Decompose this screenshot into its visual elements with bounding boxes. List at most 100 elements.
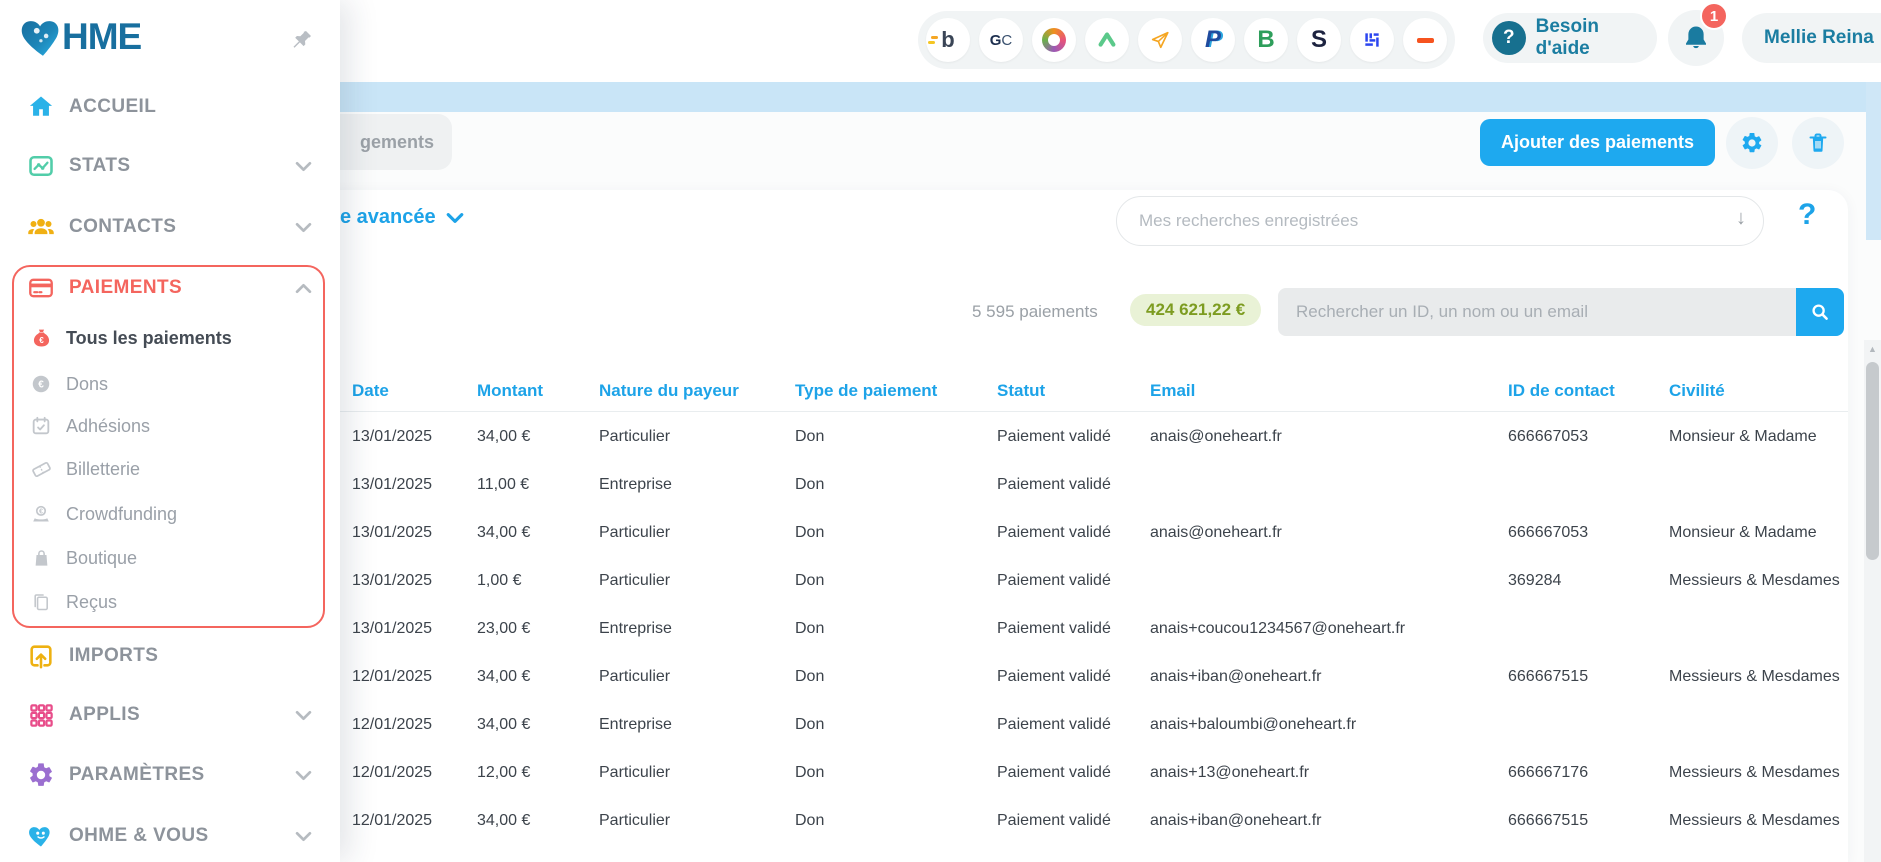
ohme-payments-page: b GC P B S ? Besoin d'aide 1 Mellie Rein…	[0, 0, 1881, 862]
col-type[interactable]: Type de paiement	[795, 381, 997, 401]
pin-sidebar-icon[interactable]	[290, 28, 314, 52]
sidebar-item-contacts[interactable]: CONTACTS	[0, 203, 340, 251]
cell-date: 12/01/2025	[352, 812, 477, 830]
advanced-search-toggle[interactable]: e avancée	[340, 206, 464, 229]
col-id-contact[interactable]: ID de contact	[1508, 381, 1669, 401]
sidebar-item-applis[interactable]: APPLIS	[0, 691, 340, 739]
saved-searches-input[interactable]	[1116, 196, 1764, 246]
receipt-icon	[29, 590, 53, 614]
cell-type: Don	[795, 572, 997, 590]
table-row[interactable]: 12/01/2025 34,00 € Entreprise Don Paieme…	[320, 701, 1848, 749]
table-row[interactable]: 12/01/2025 34,00 € Particulier Don Paiem…	[320, 797, 1848, 845]
cell-date: 12/01/2025	[352, 716, 477, 734]
orange-dash-logo-icon[interactable]	[1403, 18, 1447, 62]
cell-montant: 11,00 €	[477, 476, 599, 494]
home-icon	[26, 92, 56, 122]
gear-icon	[26, 760, 56, 790]
col-email[interactable]: Email	[1150, 381, 1508, 401]
cell-montant: 1,00 €	[477, 572, 599, 590]
sidebar-item-tous-les-paiements[interactable]: € Tous les paiements	[0, 316, 340, 360]
svg-text:€: €	[39, 509, 43, 516]
blue-maze-logo-icon[interactable]	[1350, 18, 1394, 62]
cell-type: Don	[795, 812, 997, 830]
chevron-up-icon	[295, 283, 312, 294]
green-b-logo-icon[interactable]: B	[1244, 18, 1288, 62]
notification-badge: 1	[1700, 2, 1728, 30]
search-input[interactable]	[1278, 288, 1796, 336]
cell-id-contact: 666667515	[1508, 668, 1669, 686]
col-statut[interactable]: Statut	[997, 381, 1150, 401]
sidebar-item-parametres[interactable]: PARAMÈTRES	[0, 751, 340, 799]
gc-logo-icon[interactable]: GC	[979, 18, 1023, 62]
cell-civilite: Messieurs & Mesdames	[1669, 812, 1848, 830]
search-field	[1278, 288, 1844, 336]
delete-button[interactable]	[1792, 117, 1844, 169]
add-payments-button[interactable]: Ajouter des paiements	[1480, 119, 1715, 166]
cell-montant: 34,00 €	[477, 428, 599, 446]
cell-statut: Paiement validé	[997, 668, 1150, 686]
sidebar-item-recus[interactable]: Reçus	[0, 580, 340, 624]
cell-nature: Entreprise	[599, 716, 795, 734]
cell-statut: Paiement validé	[997, 620, 1150, 638]
table-row[interactable]: 13/01/2025 11,00 € Entreprise Don Paieme…	[320, 461, 1848, 509]
cell-montant: 34,00 €	[477, 668, 599, 686]
cell-email: anais+iban@oneheart.fr	[1150, 668, 1508, 686]
sidebar-item-billetterie[interactable]: Billetterie	[0, 447, 340, 491]
download-arrow-icon[interactable]: ↓	[1736, 207, 1746, 230]
table-row[interactable]: 13/01/2025 34,00 € Particulier Don Paiem…	[320, 413, 1848, 461]
col-civilite[interactable]: Civilité	[1669, 381, 1848, 401]
cell-type: Don	[795, 476, 997, 494]
cell-nature: Particulier	[599, 524, 795, 542]
heart-globe-icon	[18, 12, 68, 62]
table-row[interactable]: 12/01/2025 12,00 € Particulier Don Paiem…	[320, 749, 1848, 797]
sidebar-item-imports[interactable]: IMPORTS	[0, 632, 340, 680]
table-row[interactable]: 12/01/2025 34,00 € Particulier Don Paiem…	[320, 653, 1848, 701]
sidebar-item-accueil[interactable]: ACCUEIL	[0, 83, 340, 131]
cell-nature: Particulier	[599, 668, 795, 686]
cell-statut: Paiement validé	[997, 476, 1150, 494]
integration-icons-bar: b GC P B S	[918, 11, 1455, 69]
s-logo-icon[interactable]: S	[1297, 18, 1341, 62]
ring-logo-icon[interactable]	[1032, 18, 1076, 62]
sidebar-item-crowdfunding[interactable]: € Crowdfunding	[0, 492, 340, 536]
ohme-logo[interactable]: HME	[18, 12, 141, 62]
cell-type: Don	[795, 620, 997, 638]
cell-type: Don	[795, 764, 997, 782]
chevron-down-icon	[295, 710, 312, 721]
svg-text:€: €	[39, 335, 44, 344]
credit-card-icon	[26, 273, 56, 303]
b-logo-icon[interactable]: b	[926, 18, 970, 62]
sidebar-item-paiements[interactable]: PAIEMENTS	[0, 264, 340, 312]
cell-montant: 23,00 €	[477, 620, 599, 638]
paypal-logo-icon[interactable]: P	[1191, 18, 1235, 62]
search-help-icon[interactable]: ?	[1798, 198, 1816, 232]
paper-plane-logo-icon[interactable]	[1138, 18, 1182, 62]
payments-card: e avancée ↓ ? 5 595 paiements 424 621,22…	[320, 190, 1848, 862]
col-nature[interactable]: Nature du payeur	[599, 381, 795, 401]
col-montant[interactable]: Montant	[477, 381, 599, 401]
table-row[interactable]: 13/01/2025 34,00 € Particulier Don Paiem…	[320, 509, 1848, 557]
scrollbar-thumb[interactable]	[1866, 362, 1879, 560]
crowdfunding-icon: €	[29, 502, 53, 526]
sidebar-item-ohme-et-vous[interactable]: OHME & VOUS	[0, 812, 340, 860]
cell-type: Don	[795, 716, 997, 734]
search-button[interactable]	[1796, 288, 1844, 336]
cell-civilite: Messieurs & Mesdames	[1669, 764, 1848, 782]
user-menu[interactable]: Mellie Reina	[1742, 13, 1881, 63]
cell-nature: Particulier	[599, 812, 795, 830]
sidebar-item-dons[interactable]: € Dons	[0, 362, 340, 406]
sidebar-item-adhesions[interactable]: Adhésions	[0, 404, 340, 448]
table-header: Date Montant Nature du payeur Type de pa…	[320, 370, 1848, 412]
scrollbar-up-arrow[interactable]: ▲	[1868, 344, 1877, 354]
cell-statut: Paiement validé	[997, 428, 1150, 446]
saved-searches-field: ↓	[1116, 196, 1764, 246]
green-caret-logo-icon[interactable]	[1085, 18, 1129, 62]
col-date[interactable]: Date	[352, 381, 477, 401]
settings-button[interactable]	[1726, 117, 1778, 169]
help-button[interactable]: ? Besoin d'aide	[1483, 13, 1657, 63]
heart-icon	[26, 821, 56, 851]
table-row[interactable]: 13/01/2025 1,00 € Particulier Don Paieme…	[320, 557, 1848, 605]
table-row[interactable]: 13/01/2025 23,00 € Entreprise Don Paieme…	[320, 605, 1848, 653]
sidebar-item-stats[interactable]: STATS	[0, 142, 340, 190]
sidebar-item-boutique[interactable]: Boutique	[0, 536, 340, 580]
